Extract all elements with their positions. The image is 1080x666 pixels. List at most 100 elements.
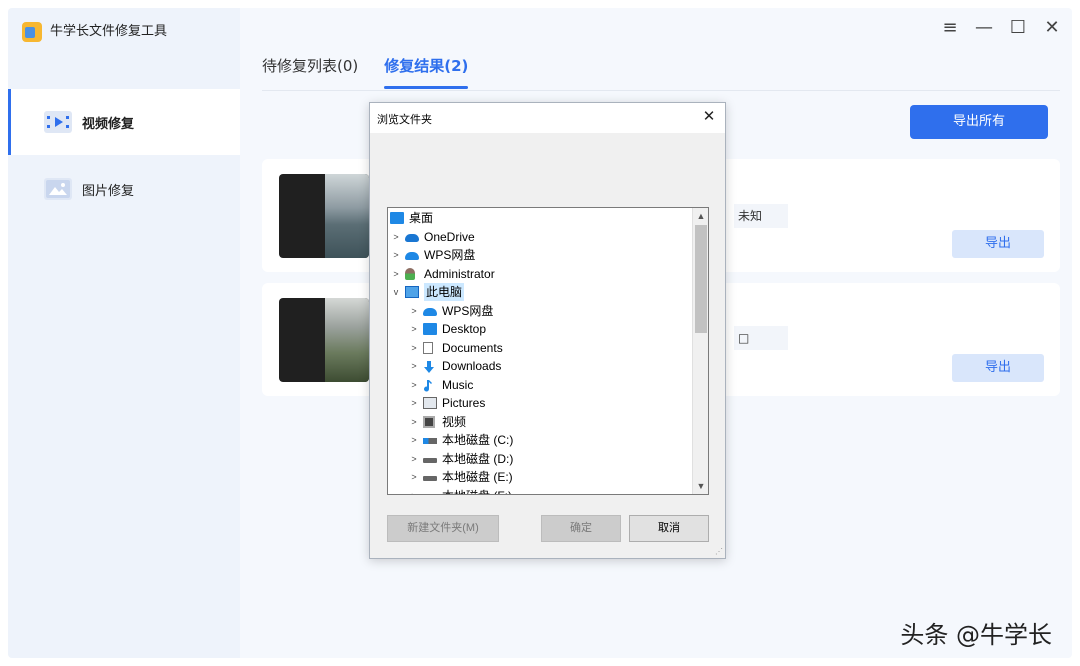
tree-item[interactable]: > Pictures: [388, 394, 692, 412]
export-button[interactable]: 导出: [952, 230, 1044, 258]
music-icon: [423, 379, 433, 392]
tree-item[interactable]: v 此电脑: [388, 283, 692, 301]
app-logo-icon: [22, 22, 42, 42]
sidebar-item-image-repair[interactable]: 图片修复: [8, 156, 240, 222]
export-all-button[interactable]: 导出所有: [910, 105, 1048, 139]
chevron-right-icon[interactable]: >: [408, 468, 420, 486]
drive-icon: [423, 457, 437, 463]
tab-divider: [262, 90, 1060, 91]
maximize-icon[interactable]: ☐: [1008, 18, 1028, 38]
chevron-right-icon[interactable]: >: [408, 357, 420, 375]
tree-item-label: 本地磁盘 (D:): [442, 451, 514, 466]
user-icon: [405, 267, 415, 280]
wps-cloud-icon: [423, 307, 437, 316]
videos-icon: [423, 415, 435, 428]
sidebar: 牛学长文件修复工具 视频修复 图片修复: [8, 8, 240, 658]
tree-item-label: 此电脑: [424, 283, 465, 301]
tree-item-label: 本地磁盘 (C:): [442, 433, 514, 447]
chevron-right-icon[interactable]: >: [408, 450, 420, 468]
dialog-titlebar: 浏览文件夹 ✕: [370, 103, 725, 133]
export-button[interactable]: 导出: [952, 354, 1044, 382]
desktop-icon: [423, 323, 437, 335]
tree-item[interactable]: > Administrator: [388, 265, 692, 283]
tree-item[interactable]: > 本地磁盘 (C:): [388, 431, 692, 449]
tree-item[interactable]: > 本地磁盘 (D:): [388, 450, 692, 468]
tree-item-label: 本地磁盘 (F:): [442, 487, 512, 495]
wps-cloud-icon: [405, 252, 419, 260]
close-icon[interactable]: ✕: [699, 107, 719, 127]
tree-item[interactable]: > Downloads: [388, 357, 692, 375]
sidebar-item-label: 图片修复: [82, 183, 135, 199]
pictures-icon: [423, 397, 437, 409]
chevron-right-icon[interactable]: >: [390, 228, 402, 246]
tree-item[interactable]: > Documents: [388, 339, 692, 357]
tree-item[interactable]: > Desktop: [388, 320, 692, 338]
tree-item[interactable]: > WPS网盘: [388, 246, 692, 264]
tree-item-label: Desktop: [442, 322, 487, 336]
menu-icon[interactable]: ≡: [940, 18, 960, 38]
tree-item[interactable]: > 本地磁盘 (E:): [388, 468, 692, 486]
tree-item-label: 本地磁盘 (E:): [442, 470, 513, 484]
tree-item[interactable]: > OneDrive: [388, 228, 692, 246]
video-thumbnail: [279, 298, 369, 382]
chevron-right-icon[interactable]: >: [408, 394, 420, 412]
tree-item[interactable]: > 本地磁盘 (F:): [388, 487, 692, 496]
computer-icon: [405, 286, 419, 298]
cancel-button[interactable]: 取消: [629, 515, 709, 542]
tab-repair-results[interactable]: 修复结果(2): [384, 52, 469, 92]
ok-button[interactable]: 确定: [541, 515, 621, 542]
app-title: 牛学长文件修复工具: [50, 24, 168, 39]
video-thumbnail: [279, 174, 369, 258]
tree-item-label: 视频: [442, 414, 467, 429]
folder-tree[interactable]: 桌面 > OneDrive > WPS网盘 > Administrator v 此电脑 > WPS网…: [387, 207, 709, 495]
tree-item[interactable]: > WPS网盘: [388, 302, 692, 320]
chevron-right-icon[interactable]: >: [390, 246, 402, 264]
sidebar-item-label: 视频修复: [82, 116, 135, 132]
chevron-down-icon[interactable]: v: [390, 283, 402, 301]
video-icon: [44, 111, 72, 133]
documents-icon: [423, 341, 433, 354]
dialog-title: 浏览文件夹: [377, 114, 432, 126]
tree-item-label: Music: [442, 377, 474, 392]
new-folder-button[interactable]: 新建文件夹(M): [387, 515, 499, 542]
close-icon[interactable]: ✕: [1042, 18, 1062, 38]
sidebar-item-video-repair[interactable]: 视频修复: [8, 89, 240, 155]
chevron-right-icon[interactable]: >: [408, 302, 420, 320]
tree-item[interactable]: > 视频: [388, 413, 692, 431]
tree-item-label: WPS网盘: [442, 303, 494, 318]
tree-item-label: WPS网盘: [424, 248, 476, 262]
chevron-right-icon[interactable]: >: [408, 339, 420, 357]
tree-item-label: OneDrive: [424, 229, 475, 244]
scroll-up-icon[interactable]: ▲: [693, 208, 708, 224]
chevron-right-icon[interactable]: >: [390, 265, 402, 283]
chevron-right-icon[interactable]: >: [408, 320, 420, 338]
tree-item-label: Documents: [442, 340, 503, 355]
tree-item-label: 桌面: [409, 211, 434, 225]
downloads-icon: [423, 360, 435, 373]
tab-bar: 待修复列表(0) 修复结果(2): [262, 52, 469, 92]
scroll-thumb[interactable]: [695, 225, 707, 333]
chevron-right-icon[interactable]: >: [408, 431, 420, 449]
resize-grip-icon[interactable]: ⋰: [715, 548, 723, 556]
chevron-right-icon[interactable]: >: [408, 487, 420, 495]
chevron-right-icon[interactable]: >: [408, 413, 420, 431]
minimize-icon[interactable]: —: [974, 18, 994, 38]
file-info: 未知: [734, 204, 788, 228]
tree-item-label: Administrator: [424, 266, 495, 281]
watermark: 头条 @牛学长: [900, 621, 1052, 649]
tree-item[interactable]: > Music: [388, 376, 692, 394]
tree-scrollbar[interactable]: ▲ ▼: [692, 208, 708, 494]
scroll-down-icon[interactable]: ▼: [693, 478, 708, 494]
tree-item[interactable]: 桌面: [388, 209, 692, 227]
drive-icon: [423, 495, 437, 496]
file-info: □: [734, 326, 788, 350]
tab-pending-list[interactable]: 待修复列表(0): [262, 52, 358, 92]
browse-folder-dialog: 浏览文件夹 ✕ 桌面 > OneDrive > WPS网盘 > Administrator v…: [369, 102, 726, 559]
image-icon: [44, 178, 72, 200]
desktop-icon: [390, 212, 404, 224]
tree-item-label: Pictures: [442, 396, 486, 410]
tree-item-label: Downloads: [442, 359, 502, 373]
chevron-right-icon[interactable]: >: [408, 376, 420, 394]
onedrive-icon: [405, 233, 419, 242]
drive-icon: [423, 476, 437, 481]
